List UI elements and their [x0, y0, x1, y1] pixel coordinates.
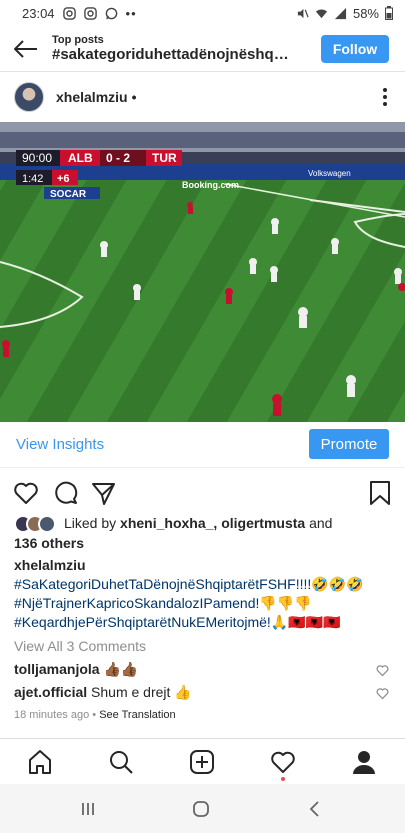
liked-by-and: and — [305, 515, 333, 531]
home-icon[interactable] — [27, 749, 53, 775]
header-subtitle: Top posts — [52, 34, 104, 46]
system-home-icon[interactable] — [191, 799, 211, 819]
new-post-icon[interactable] — [189, 749, 215, 775]
post-timestamp-row: 18 minutes ago • See Translation — [14, 709, 176, 721]
post-image[interactable]: 90:00 ALB 0 - 2 TUR 1:42 +6 SOCAR Bookin… — [0, 122, 405, 422]
follow-button[interactable]: Follow — [321, 34, 389, 63]
wifi-icon — [315, 9, 328, 18]
caption-username[interactable]: xhelalmziu — [14, 556, 399, 575]
match-clock: 90:00 — [22, 151, 52, 165]
score: 0 - 2 — [106, 151, 130, 165]
header-titles: Top posts #sakategoriduhettadënojnëshqip… — [52, 34, 321, 63]
home-team: ALB — [68, 151, 93, 165]
profile-icon[interactable] — [351, 749, 377, 775]
view-all-comments[interactable]: View All 3 Comments — [14, 638, 146, 654]
caption-hashtag[interactable]: #SaKategoriDuhetTaDënojnëShqiptarëtFSHF!… — [14, 575, 399, 594]
post-caption: xhelalmziu #SaKategoriDuhetTaDënojnëShqi… — [14, 556, 399, 632]
author-dot: • — [131, 89, 137, 105]
liker-avatars — [14, 514, 64, 534]
battery-percent: 58% — [352, 5, 379, 21]
author-username[interactable]: xhelalmziu — [56, 89, 128, 105]
search-icon[interactable] — [108, 749, 134, 775]
comment-like-icon[interactable] — [376, 687, 389, 700]
battery-icon — [385, 6, 393, 20]
activity-notification-dot — [281, 777, 285, 781]
sub-clock: 1:42 — [22, 173, 43, 185]
stadium-banner-2: Volkswagen — [308, 169, 351, 178]
post-author-row: xhelalmziu • — [0, 72, 405, 122]
comment-text: Shum e drejt 👍 — [91, 684, 192, 700]
back-button[interactable] — [0, 26, 52, 72]
comment-username[interactable]: ajet.official — [14, 684, 87, 700]
post-timestamp: 18 minutes ago — [14, 709, 90, 721]
comment-like-icon[interactable] — [376, 664, 389, 677]
status-bar: 23:04 •• 58% — [0, 0, 405, 26]
signal-icon — [334, 7, 347, 19]
away-team: TUR — [152, 151, 177, 165]
liker-avatar — [38, 515, 56, 534]
see-translation-link[interactable]: See Translation — [99, 709, 175, 721]
post-actions — [0, 476, 405, 508]
more-options-icon[interactable] — [383, 88, 387, 106]
timestamp-separator: • — [89, 709, 100, 721]
liked-by-others[interactable]: 136 others — [14, 535, 84, 551]
liked-by-users[interactable]: xheni_hoxha_, oligertmusta — [120, 515, 305, 531]
comment-row: tolljamanjola 👍🏾👍🏾 — [14, 661, 384, 678]
comment-text: 👍🏾👍🏾 — [103, 661, 139, 677]
insights-row: View Insights Promote — [0, 422, 405, 468]
back-arrow-icon — [14, 39, 37, 58]
comment-row: ajet.official Shum e drejt 👍 — [14, 684, 384, 701]
instagram-notification-icon — [62, 6, 76, 20]
activity-heart-icon[interactable] — [270, 749, 296, 775]
promote-button[interactable]: Promote — [309, 429, 389, 459]
caption-hashtag[interactable]: #NjëTrajnerKapricoSkandalozIPamend!👎👎👎 — [14, 594, 399, 613]
system-navigation-bar — [0, 784, 405, 833]
view-insights-link[interactable]: View Insights — [16, 436, 104, 453]
more-notifications-icon: •• — [125, 5, 137, 21]
caption-hashtag[interactable]: #KeqardhjePërShqiptarëtNukEMeritojmë!🙏🇦🇱… — [14, 613, 399, 632]
top-bar: Top posts #sakategoriduhettadënojnëshqip… — [0, 26, 405, 72]
avatar[interactable] — [14, 82, 44, 112]
heart-icon[interactable] — [13, 480, 39, 506]
comment-icon[interactable] — [53, 480, 79, 506]
whatsapp-notification-icon — [105, 7, 117, 19]
system-back-icon[interactable] — [305, 799, 325, 819]
liked-by-prefix: Liked by — [64, 515, 121, 531]
sponsor-logo: SOCAR — [50, 189, 87, 200]
likes-summary[interactable]: Liked by xheni_hoxha_, oligertmusta and … — [14, 514, 394, 553]
stadium-banner: Booking.com — [182, 180, 239, 190]
mute-icon — [297, 8, 309, 18]
added-time: +6 — [57, 173, 70, 185]
football-match-image: 90:00 ALB 0 - 2 TUR 1:42 +6 SOCAR Bookin… — [0, 122, 405, 422]
status-time: 23:04 — [22, 5, 55, 21]
bookmark-icon[interactable] — [367, 480, 393, 506]
share-icon[interactable] — [91, 480, 117, 506]
bottom-navigation — [0, 738, 405, 784]
header-hashtag: #sakategoriduhettadënojnëshqip... — [52, 46, 292, 63]
recent-apps-icon[interactable] — [78, 799, 98, 819]
comment-username[interactable]: tolljamanjola — [14, 661, 100, 677]
instagram-notification-icon — [83, 6, 97, 20]
